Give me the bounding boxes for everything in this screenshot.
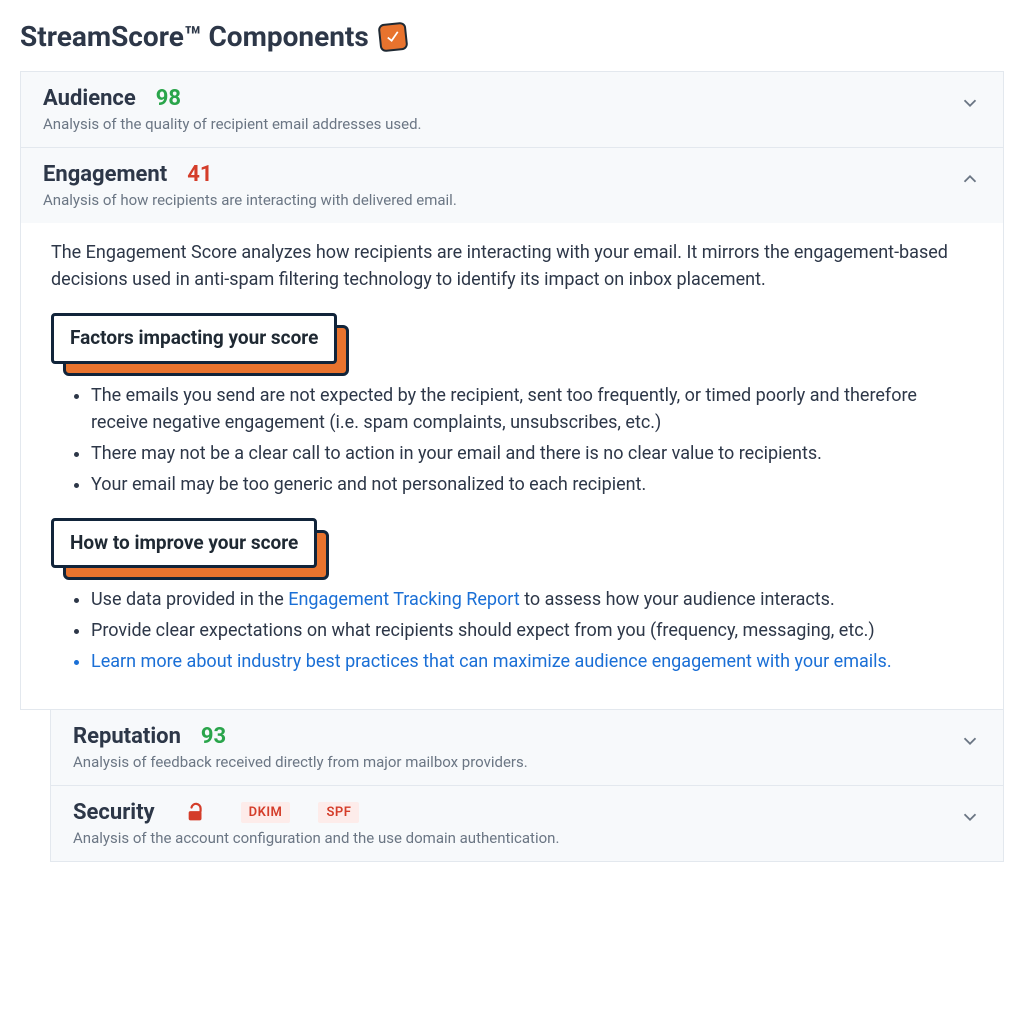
chevron-down-icon (959, 730, 981, 756)
panel-header-reputation[interactable]: Reputation 93 Analysis of feedback recei… (51, 710, 1003, 785)
page-title: StreamScore™ Components (20, 20, 1004, 53)
panel-engagement: Engagement 41 Analysis of how recipients… (20, 148, 1004, 710)
panel-score-engagement: 41 (187, 162, 212, 187)
callout-factors-label: Factors impacting your score (51, 313, 337, 364)
panel-desc-reputation: Analysis of feedback received directly f… (73, 753, 959, 771)
list-item: There may not be a clear call to action … (91, 440, 973, 467)
factors-list: The emails you send are not expected by … (51, 382, 973, 498)
best-practices-link[interactable]: Learn more about industry best practices… (91, 651, 892, 672)
list-item: Provide clear expectations on what recip… (91, 617, 973, 644)
chevron-down-icon (959, 92, 981, 118)
step-badge-icon (377, 21, 408, 52)
callout-improve-label: How to improve your score (51, 518, 317, 569)
tag-spf: SPF (318, 802, 359, 823)
list-item: Your email may be too generic and not pe… (91, 471, 973, 498)
panel-title-security: Security (73, 800, 155, 825)
panel-score-reputation: 93 (201, 724, 226, 749)
panel-header-audience[interactable]: Audience 98 Analysis of the quality of r… (21, 72, 1003, 147)
panel-security: Security DKIM SPF Analysis of the accoun… (50, 786, 1004, 862)
chevron-up-icon (959, 168, 981, 194)
tag-dkim: DKIM (241, 802, 291, 823)
list-item: Learn more about industry best practices… (91, 648, 973, 675)
panel-score-audience: 98 (156, 86, 181, 111)
list-item: The emails you send are not expected by … (91, 382, 973, 436)
panel-header-security[interactable]: Security DKIM SPF Analysis of the accoun… (51, 786, 1003, 861)
panel-title-audience: Audience (43, 86, 136, 111)
improve-pre1: Use data provided in the (91, 589, 288, 610)
panel-title-reputation: Reputation (73, 724, 181, 749)
callout-factors: Factors impacting your score (51, 313, 337, 364)
panel-body-engagement: The Engagement Score analyzes how recipi… (21, 223, 1003, 709)
page-title-text: StreamScore™ Components (20, 20, 369, 53)
panel-audience: Audience 98 Analysis of the quality of r… (20, 71, 1004, 148)
panel-desc-audience: Analysis of the quality of recipient ema… (43, 115, 959, 133)
panel-reputation: Reputation 93 Analysis of feedback recei… (50, 710, 1004, 786)
improve-post1: to assess how your audience interacts. (520, 589, 835, 610)
engagement-tracking-report-link[interactable]: Engagement Tracking Report (288, 589, 520, 610)
panel-title-engagement: Engagement (43, 162, 167, 187)
engagement-intro: The Engagement Score analyzes how recipi… (51, 239, 973, 293)
list-item: Use data provided in the Engagement Trac… (91, 586, 973, 613)
panel-header-engagement[interactable]: Engagement 41 Analysis of how recipients… (21, 148, 1003, 223)
panel-desc-security: Analysis of the account configuration an… (73, 829, 959, 847)
callout-improve: How to improve your score (51, 518, 317, 569)
chevron-down-icon (959, 806, 981, 832)
panel-desc-engagement: Analysis of how recipients are interacti… (43, 191, 959, 209)
improve-list: Use data provided in the Engagement Trac… (51, 586, 973, 675)
unlocked-icon (185, 802, 207, 824)
